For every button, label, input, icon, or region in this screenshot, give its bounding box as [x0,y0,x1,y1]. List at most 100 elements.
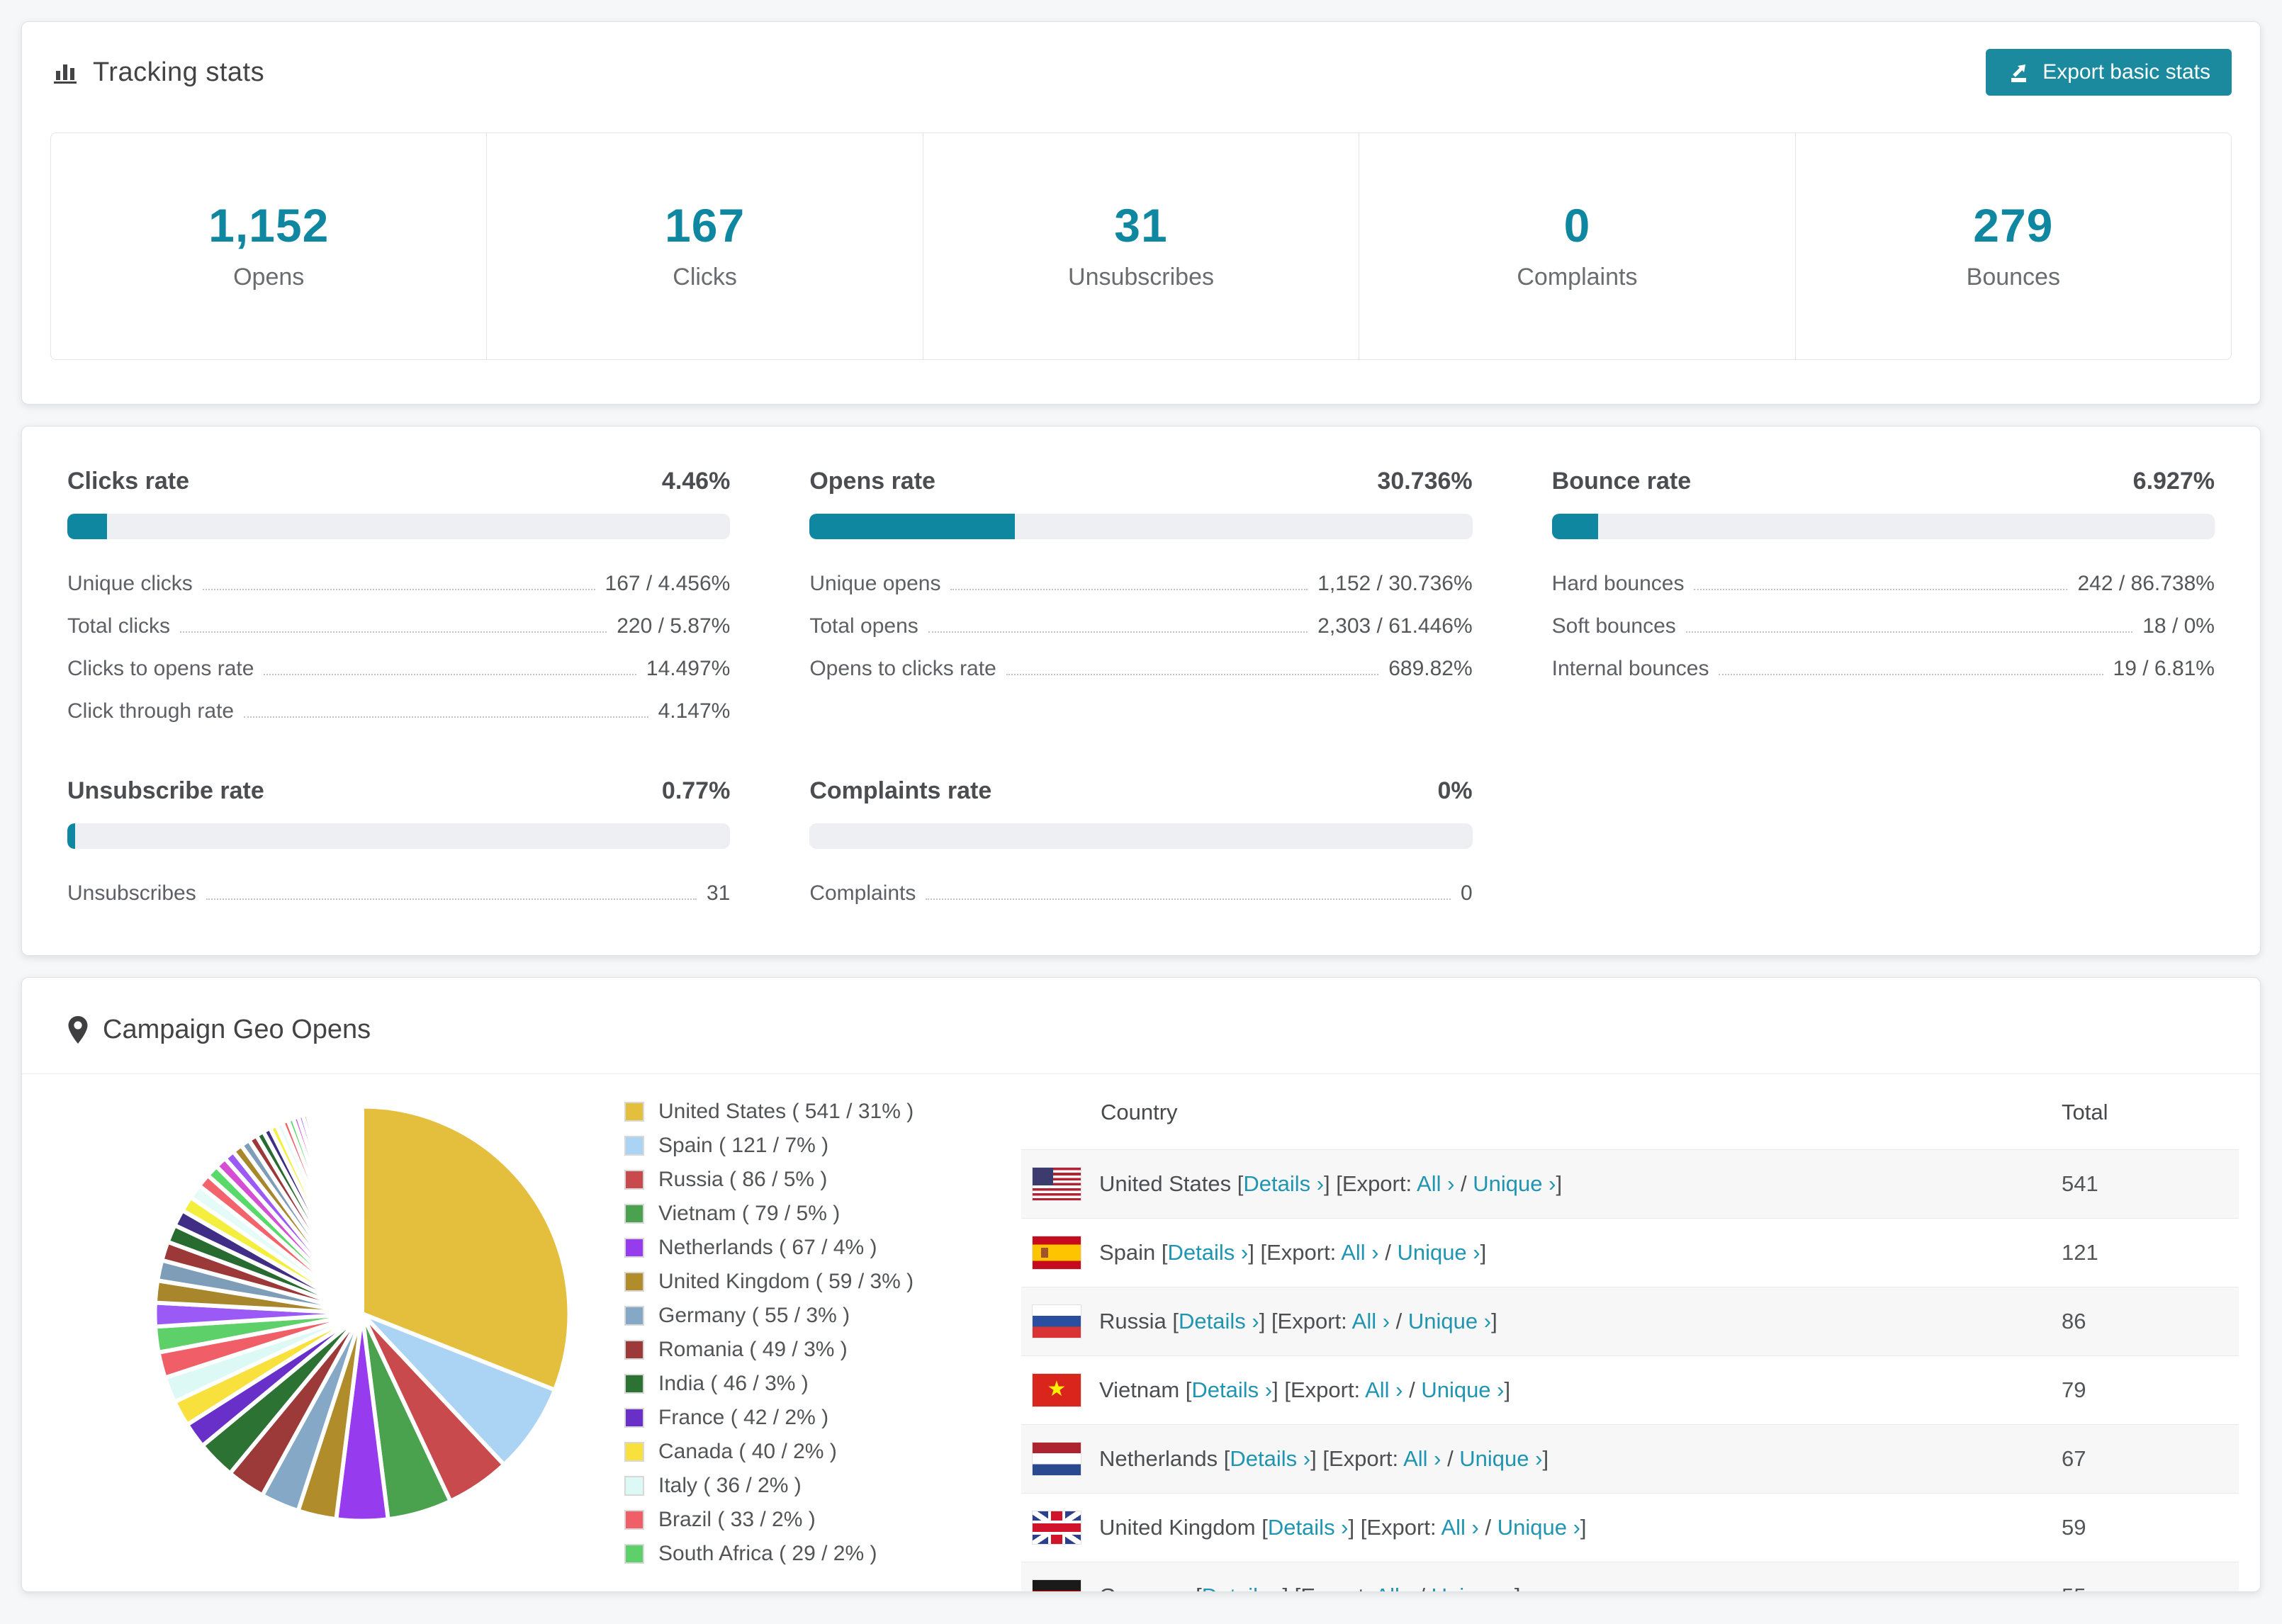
country-links-text: United Kingdom [Details ›] [Export: All … [1099,1515,1587,1540]
rate-detail-row: Soft bounces 18 / 0% [1552,614,2215,638]
rate-detail-row: Complaints 0 [809,881,1472,906]
export-all-link[interactable]: All › [1403,1446,1441,1471]
summary-stat: 31 Unsubscribes [922,133,1359,359]
nl-flag-icon [1032,1442,1081,1476]
export-unique-link[interactable]: Unique › [1408,1309,1491,1333]
rate-detail-label: Total clicks [67,614,171,638]
legend-swatch [624,1374,644,1394]
slash-separator: / [1454,1171,1473,1196]
dotted-leader [928,631,1308,633]
geo-pie-chart[interactable] [142,1094,582,1533]
export-all-link[interactable]: All › [1441,1515,1478,1540]
rate-title: Unsubscribe rate [67,777,264,804]
slash-separator: / [1378,1240,1398,1265]
legend-item: France ( 42 / 2% ) [624,1406,1021,1430]
rate-header: Bounce rate 6.927% [1552,468,2215,495]
bracket-open: [ [1231,1171,1244,1196]
export-unique-link[interactable]: Unique › [1497,1515,1580,1540]
bracket-end: ] [1514,1584,1521,1591]
summary-stat: 167 Clicks [486,133,922,359]
legend-label: Russia ( 86 / 5% ) [658,1168,828,1191]
legend-swatch [624,1476,644,1496]
export-unique-link[interactable]: Unique › [1459,1446,1542,1471]
legend-item: Italy ( 36 / 2% ) [624,1474,1021,1498]
bracket-open: [ [1155,1240,1168,1265]
export-unique-link[interactable]: Unique › [1432,1584,1514,1591]
rate-detail-row: Total clicks 220 / 5.87% [67,614,730,638]
total-cell: 121 [2062,1240,2098,1265]
export-all-link[interactable]: All › [1365,1377,1403,1402]
export-unique-link[interactable]: Unique › [1473,1171,1556,1196]
details-link[interactable]: Details › [1243,1171,1324,1196]
table-row: Russia [Details ›] [Export: All › / Uniq… [1021,1287,2239,1355]
country-links-text: Spain [Details ›] [Export: All › / Uniqu… [1099,1240,1486,1265]
legend-item: India ( 46 / 3% ) [624,1372,1021,1396]
rate-progress-track [67,514,731,539]
rate-detail-row: Total opens 2,303 / 61.446% [809,614,1472,638]
bracket-end: ] [1504,1377,1511,1402]
total-cell: 541 [2062,1171,2098,1196]
bracket-open: [ [1218,1446,1230,1471]
details-link[interactable]: Details › [1268,1515,1349,1540]
rate-percent: 0.77% [661,777,731,804]
details-link[interactable]: Details › [1179,1309,1259,1333]
legend-item: United States ( 541 / 31% ) [624,1100,1021,1124]
total-cell: 79 [2062,1377,2086,1402]
export-all-link[interactable]: All › [1375,1584,1412,1591]
legend-swatch [624,1340,644,1360]
bracket-open: [ [1179,1377,1192,1402]
export-prefix: [Export: [1284,1377,1366,1402]
rate-detail-label: Soft bounces [1551,614,1676,638]
us-flag-icon [1032,1167,1081,1201]
export-all-link[interactable]: All › [1341,1240,1378,1265]
export-unique-link[interactable]: Unique › [1397,1240,1480,1265]
export-prefix: [Export: [1322,1446,1404,1471]
legend-swatch [624,1306,644,1326]
gb-flag-icon [1032,1511,1081,1545]
table-row: United Kingdom [Details ›] [Export: All … [1021,1493,2239,1562]
country-links-text: United States [Details ›] [Export: All ›… [1099,1171,1562,1197]
summary-stat-label: Complaints [1517,264,1638,291]
legend-label: Canada ( 40 / 2% ) [658,1440,837,1463]
geo-opens-body: United States ( 541 / 31% ) Spain ( 121 /… [22,1073,2260,1591]
export-all-link[interactable]: All › [1417,1171,1454,1196]
summary-stat-value: 1,152 [208,199,330,252]
rate-detail-row: Click through rate 4.147% [67,699,730,723]
slash-separator: / [1478,1515,1497,1540]
summary-stat-label: Bounces [1966,264,2060,291]
table-row: Germany [Details ›] [Export: All › / Uni… [1021,1562,2239,1591]
table-row: Vietnam [Details ›] [Export: All › / Uni… [1021,1355,2239,1424]
export-unique-link[interactable]: Unique › [1421,1377,1504,1402]
export-all-link[interactable]: All › [1352,1309,1390,1333]
legend-label: France ( 42 / 2% ) [658,1406,829,1429]
summary-stat-value: 279 [1973,199,2054,252]
rate-detail-label: Unsubscribes [67,881,196,905]
details-link[interactable]: Details › [1230,1446,1310,1471]
geo-opens-card: Campaign Geo Opens United States ( 541 /… [21,977,2261,1592]
bracket-end: ] [1556,1171,1563,1196]
rate-progress-track [67,823,731,849]
details-link[interactable]: Details › [1168,1240,1249,1265]
rate-detail-value: 220 / 5.87% [617,614,731,638]
country-cell: Russia [Details ›] [Export: All › / Uniq… [1032,1304,2062,1338]
dotted-leader [264,674,636,675]
dotted-leader [180,631,607,633]
vn-flag-icon [1032,1373,1081,1407]
details-link[interactable]: Details › [1202,1584,1283,1591]
rate-percent: 30.736% [1377,468,1473,495]
summary-stat-label: Unsubscribes [1068,264,1214,291]
details-link[interactable]: Details › [1191,1377,1272,1402]
rate-block: Opens rate 30.736% Unique opens 1,152 / 30.… [809,468,1473,723]
tracking-stats-title: Tracking stats [50,57,264,88]
country-links-text: Netherlands [Details ›] [Export: All › /… [1099,1446,1548,1472]
bracket-open: [ [1189,1584,1202,1591]
country-name: Netherlands [1099,1446,1218,1471]
rate-block: Unsubscribe rate 0.77% Unsubscribes 31 [67,777,731,906]
summary-stat-value: 0 [1563,199,1591,252]
rate-detail-row: Opens to clicks rate 689.82% [809,657,1472,681]
export-basic-stats-button[interactable]: Export basic stats [1986,49,2232,96]
legend-swatch [624,1408,644,1428]
legend-item: Germany ( 55 / 3% ) [624,1304,1021,1328]
bracket-close: ] [1272,1377,1285,1402]
bracket-close: ] [1324,1171,1337,1196]
